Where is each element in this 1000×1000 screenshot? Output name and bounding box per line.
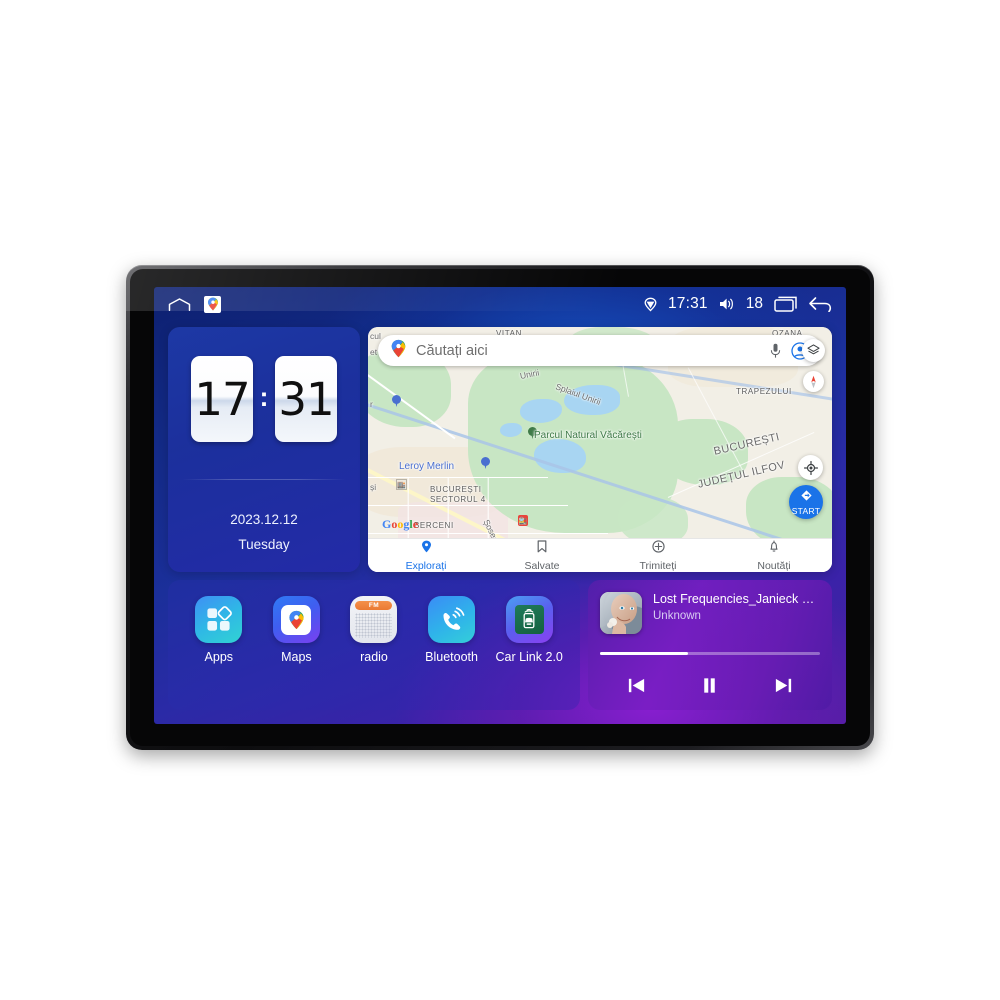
map-label: TRAPEZULUI (736, 387, 792, 396)
location-pin-icon (644, 297, 657, 312)
maps-widget[interactable]: 🏬 🚉 VITAN OZANA Unirii Splaiul Unirii TRAPEZ… (368, 327, 832, 572)
album-artwork (600, 592, 642, 634)
status-time: 17:31 (667, 295, 708, 312)
playback-progress-fill (600, 652, 688, 655)
map-nav-updates[interactable]: Noutăți (716, 539, 832, 572)
clock-separator: : (259, 382, 269, 412)
car-head-unit-device: 17:31 18 17: 31 2023.12.12 Tuesday 🏬 🚉 … (126, 265, 874, 750)
dock-app-apps[interactable]: Apps (185, 596, 253, 664)
pause-icon[interactable] (692, 670, 728, 700)
dock-app-radio[interactable]: FM radio (340, 596, 408, 664)
dock-app-label: Car Link 2.0 (495, 650, 563, 664)
dock-app-carlink[interactable]: Car Link 2.0 (495, 596, 563, 664)
map-nav-label: Explorați (405, 559, 447, 572)
flip-clock: 17 : 31 (168, 355, 360, 443)
volume-icon[interactable] (719, 297, 735, 311)
clock-weekday: Tuesday (238, 537, 290, 552)
google-maps-pin-icon (390, 339, 407, 363)
compass-icon[interactable] (803, 371, 824, 392)
my-location-icon[interactable] (798, 455, 823, 480)
map-shop-pin[interactable] (481, 457, 490, 469)
clock-divider (182, 479, 346, 480)
dock-app-label: radio (360, 650, 388, 664)
bluetooth-phone-icon (428, 596, 476, 643)
map-nav-label: Salvate (524, 559, 560, 572)
back-icon[interactable] (808, 296, 832, 312)
dock-app-bluetooth[interactable]: Bluetooth (418, 596, 486, 664)
map-search-input[interactable]: Căutați aici (416, 343, 760, 359)
updates-bell-icon (768, 539, 780, 558)
start-navigation-button[interactable]: START (789, 485, 823, 519)
track-title: Lost Frequencies_Janieck Devy-... (653, 592, 822, 606)
clock-date: 2023.12.12 (230, 512, 298, 527)
map-nav-explore[interactable]: Explorați (368, 540, 484, 572)
fm-radio-icon: FM (350, 596, 398, 643)
clock-widget[interactable]: 17 : 31 2023.12.12 Tuesday (168, 327, 360, 572)
map-label: Leroy Merlin (399, 461, 455, 472)
map-search-bar[interactable]: Căutați aici (378, 335, 822, 366)
maps-shortcut-icon[interactable] (204, 295, 221, 313)
map-nav-label: Noutăți (757, 559, 791, 572)
dock-app-label: Apps (204, 650, 234, 664)
media-controls (600, 668, 820, 702)
start-label: START (791, 505, 821, 516)
app-dock: Apps Maps FM radio Bluetooth Car Link 2.… (168, 580, 580, 710)
volume-level: 18 (745, 295, 763, 312)
map-nav-label: Trimiteți (639, 559, 677, 572)
map-nav-contribute[interactable]: Trimiteți (600, 539, 716, 572)
map-label: SECTORUL 4 (430, 495, 486, 504)
navigation-arrow-icon (800, 489, 813, 507)
explore-pin-icon (421, 540, 432, 558)
status-bar: 17:31 18 (154, 287, 846, 321)
home-icon[interactable] (168, 297, 191, 311)
dock-app-maps[interactable]: Maps (262, 596, 330, 664)
map-transit-icon: 🚉 (518, 515, 528, 526)
map-label: cul (370, 331, 381, 341)
map-label: Parcul Natural Văcărești (534, 430, 642, 441)
google-watermark: Google (382, 517, 419, 531)
apps-grid-icon (195, 596, 243, 643)
map-label: și (370, 482, 377, 492)
media-player-widget[interactable]: Lost Frequencies_Janieck Devy-... Unknow… (588, 580, 832, 710)
map-shop-pin[interactable] (392, 395, 401, 407)
screen: 17:31 18 17: 31 2023.12.12 Tuesday 🏬 🚉 … (154, 287, 846, 724)
map-label: BUCUREȘTI (430, 485, 482, 494)
dock-app-label: Bluetooth (425, 650, 478, 664)
clock-hours: 17 (191, 356, 253, 442)
microphone-icon[interactable] (765, 341, 785, 361)
map-label: et (370, 347, 378, 357)
next-track-icon[interactable] (765, 670, 801, 700)
google-maps-icon (272, 596, 320, 643)
map-bottom-nav: Explorați Salvate Trimiteți Noutăți (368, 538, 832, 572)
dock-app-label: Maps (281, 650, 312, 664)
track-artist: Unknown (653, 610, 701, 622)
contribute-icon (651, 539, 665, 558)
map-label: BERCENI (414, 521, 454, 530)
recents-icon[interactable] (774, 296, 797, 312)
bookmark-icon (537, 539, 547, 558)
playback-progress-bar[interactable] (600, 652, 820, 655)
layers-icon[interactable] (802, 339, 825, 362)
map-place-icon: 🏬 (396, 479, 407, 490)
map-nav-saved[interactable]: Salvate (484, 539, 600, 572)
previous-track-icon[interactable] (619, 670, 655, 700)
map-label: r (370, 399, 373, 409)
clock-minutes: 31 (275, 356, 337, 442)
car-link-icon (505, 596, 553, 643)
